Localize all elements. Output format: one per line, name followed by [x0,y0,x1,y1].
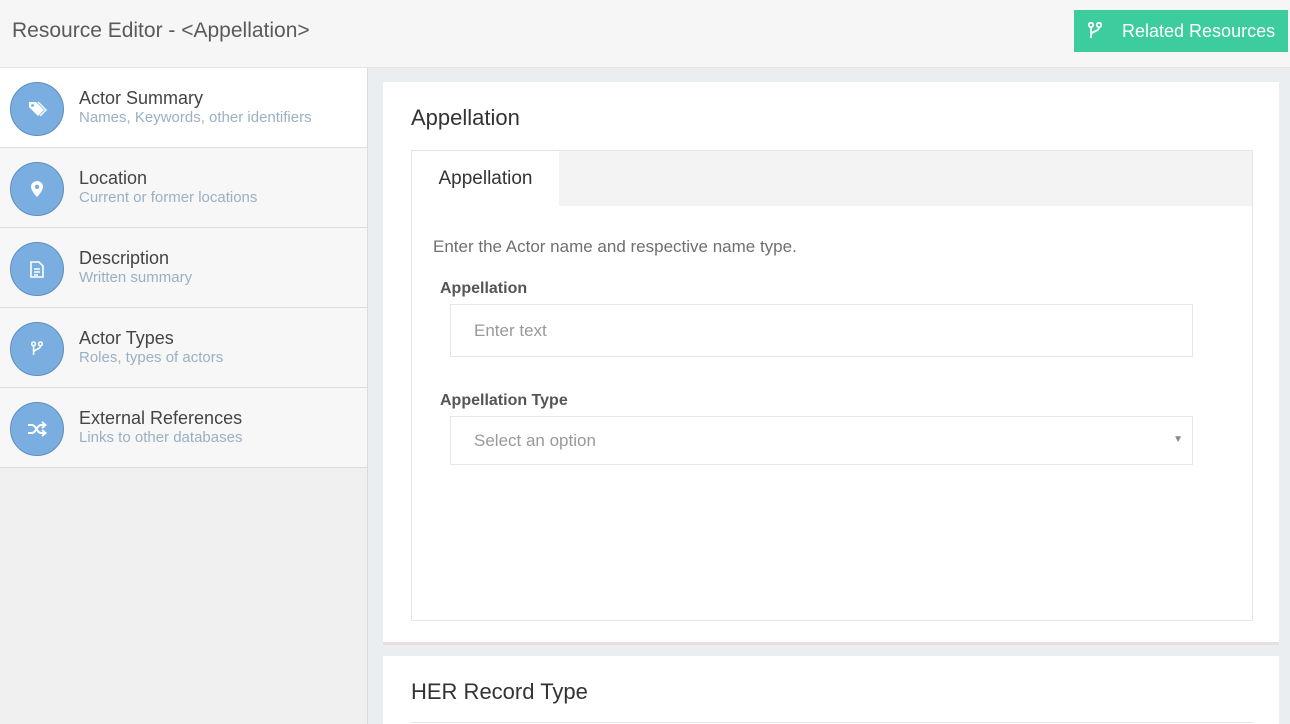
top-bar: Resource Editor - <Appellation> Related … [0,0,1290,68]
divider [411,722,1253,723]
appellation-type-label: Appellation Type [440,392,568,409]
related-resources-button[interactable]: Related Resources [1074,10,1288,52]
appellation-type-select[interactable]: Select an option ▼ [450,416,1193,465]
related-resources-label: Related Resources [1122,20,1276,41]
sidebar-item-title: Actor Summary [79,88,204,108]
sidebar-item-title: Description [79,248,170,268]
fork-icon [10,322,64,376]
main-content: Appellation Appellation Enter the Actor … [369,68,1290,724]
appellation-panel: Appellation Enter the Actor name and res… [411,150,1253,621]
appellation-card: Appellation Appellation Enter the Actor … [383,82,1279,645]
map-marker-icon [10,162,64,216]
fork-icon [1088,22,1106,40]
appellation-input[interactable] [450,304,1193,357]
sidebar-item-subtitle: Names, Keywords, other identifiers [79,109,312,126]
sidebar-item-subtitle: Links to other databases [79,429,243,446]
instructions-text: Enter the Actor name and respective name… [433,237,797,256]
sidebar-item-title: External References [79,408,243,428]
sidebar-item-external-references[interactable]: External References Links to other datab… [0,388,367,468]
card-title: HER Record Type [411,679,588,704]
sidebar-item-description[interactable]: Description Written summary [0,228,367,308]
sidebar-item-actor-summary[interactable]: Actor Summary Names, Keywords, other ide… [0,68,367,148]
sidebar-item-subtitle: Roles, types of actors [79,349,224,366]
sidebar-item-subtitle: Written summary [79,269,193,286]
tab-bar: Appellation [412,151,1252,206]
page-title: Resource Editor - <Appellation> [12,19,310,42]
tag-icon [10,82,64,136]
document-icon [10,242,64,296]
sidebar: Actor Summary Names, Keywords, other ide… [0,68,368,724]
shuffle-icon [10,402,64,456]
card-title: Appellation [411,105,520,130]
sidebar-item-location[interactable]: Location Current or former locations [0,148,367,228]
caret-down-icon: ▼ [1173,434,1183,445]
sidebar-item-title: Location [79,168,148,188]
tab-appellation[interactable]: Appellation [412,151,559,206]
select-value: Select an option [474,431,596,450]
sidebar-item-title: Actor Types [79,328,174,348]
sidebar-item-subtitle: Current or former locations [79,189,258,206]
sidebar-item-actor-types[interactable]: Actor Types Roles, types of actors [0,308,367,388]
her-record-type-card: HER Record Type [383,656,1279,724]
appellation-label: Appellation [440,280,528,297]
